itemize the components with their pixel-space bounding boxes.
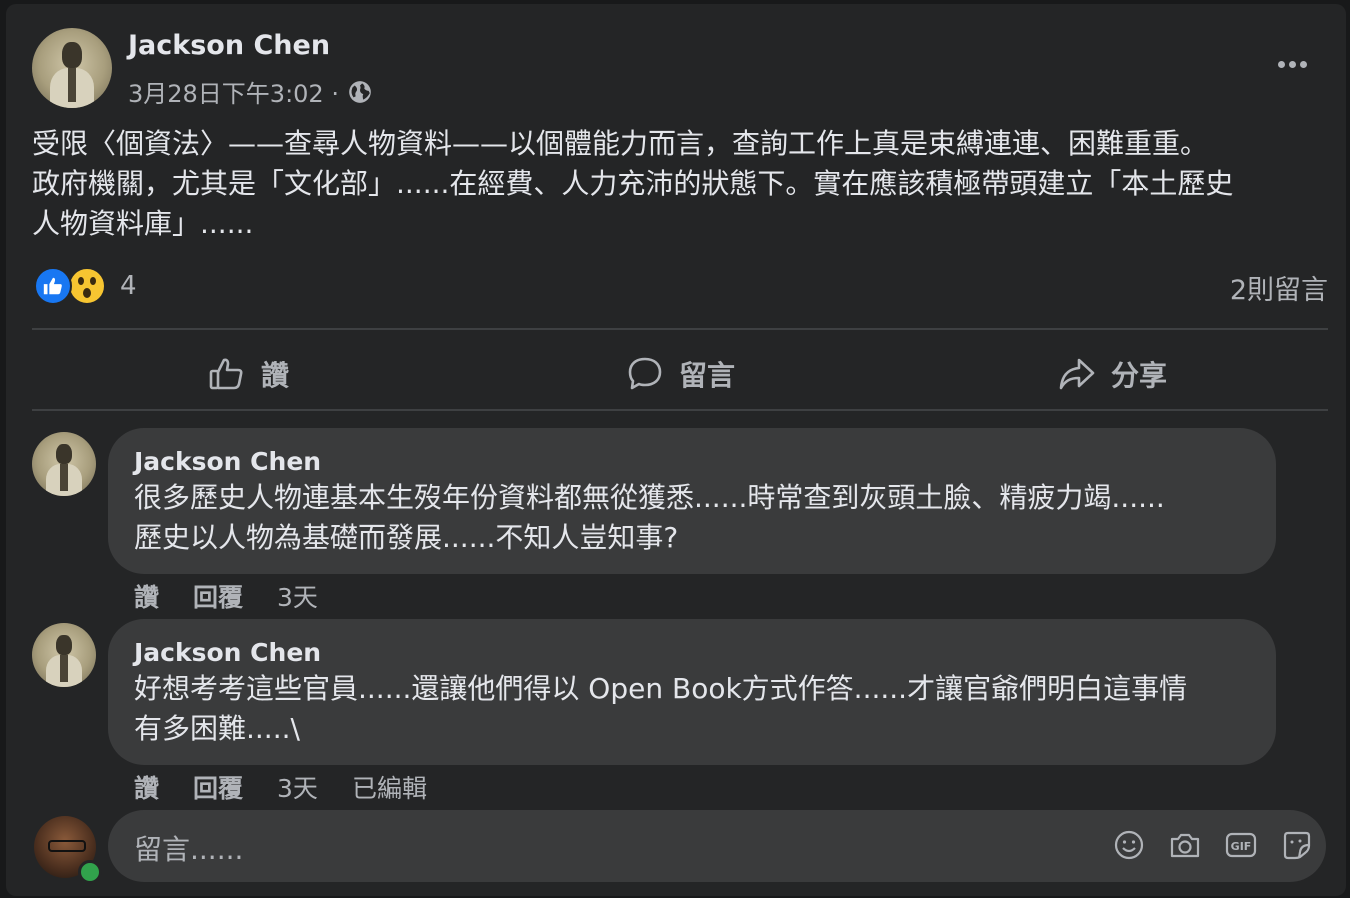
like-label: 讚	[260, 359, 289, 392]
post-card: Jackson Chen 3月28日下午3:02 · 受限〈個資法〉——查尋人物…	[6, 4, 1346, 896]
comment-text: 很多歷史人物連基本生歿年份資料都無從獲悉......時常查到灰頭土臉、精疲力竭.…	[134, 481, 1165, 554]
comment-time[interactable]: 3天	[277, 769, 318, 805]
action-bar: 讚 留言 分享	[32, 334, 1328, 414]
gif-icon[interactable]: GIF	[1224, 828, 1258, 862]
reactions-summary[interactable]: 4	[34, 266, 137, 306]
comment-icon	[628, 357, 662, 390]
comment-input[interactable]: 留言......	[134, 828, 243, 868]
commenter-avatar[interactable]	[32, 623, 96, 687]
comment-bubble: Jackson Chen 好想考考這些官員......還讓他們得以 Open B…	[108, 619, 1276, 765]
comment-author[interactable]: Jackson Chen	[134, 637, 1250, 669]
comment-time[interactable]: 3天	[277, 578, 318, 614]
comment-reply-button[interactable]: 回覆	[193, 578, 243, 614]
post-time[interactable]: 3月28日下午3:02 ·	[128, 74, 339, 109]
emoji-icon[interactable]	[1112, 828, 1146, 862]
comment-text: 好想考考這些官員......還讓他們得以 Open Book方式作答......…	[134, 672, 1188, 745]
divider	[32, 409, 1328, 411]
svg-text:GIF: GIF	[1231, 840, 1252, 853]
composer-toolbar: GIF	[1112, 828, 1314, 862]
comment-count-link[interactable]: 2則留言	[1230, 268, 1328, 307]
comment-button[interactable]: 留言	[464, 334, 896, 414]
comment-label: 留言	[678, 359, 735, 392]
commenter-avatar[interactable]	[32, 432, 96, 496]
online-status-badge	[78, 860, 102, 884]
comment-meta: 讚 回覆 3天 已編輯	[134, 769, 427, 805]
like-reaction-icon	[34, 267, 72, 305]
comment-bubble: Jackson Chen 很多歷史人物連基本生歿年份資料都無從獲悉......時…	[108, 428, 1276, 574]
reaction-count: 4	[120, 271, 137, 301]
post-text: 受限〈個資法〉——查尋人物資料——以個體能力而言，查詢工作上真是束縛連連、困難重…	[32, 127, 1234, 240]
comment-like-button[interactable]: 讚	[134, 578, 159, 614]
comment-author[interactable]: Jackson Chen	[134, 446, 1250, 478]
globe-icon	[349, 80, 371, 103]
more-options-button[interactable]	[1268, 44, 1316, 84]
divider	[32, 328, 1328, 330]
edited-label[interactable]: 已編輯	[352, 769, 427, 805]
comment-like-button[interactable]: 讚	[134, 769, 159, 805]
share-icon	[1059, 358, 1095, 390]
wow-reaction-icon	[68, 267, 106, 305]
comment-reply-button[interactable]: 回覆	[193, 769, 243, 805]
camera-icon[interactable]	[1168, 828, 1202, 862]
comment-meta: 讚 回覆 3天	[134, 578, 318, 614]
post-author[interactable]: Jackson Chen	[128, 30, 330, 61]
sticker-icon[interactable]	[1280, 828, 1314, 862]
share-label: 分享	[1110, 359, 1167, 392]
post-timestamp: 3月28日下午3:02 ·	[128, 74, 373, 109]
comment-composer[interactable]: 留言...... GIF	[108, 810, 1326, 882]
like-button[interactable]: 讚	[32, 334, 464, 414]
share-button[interactable]: 分享	[896, 334, 1328, 414]
thumbs-up-icon	[209, 358, 243, 390]
author-avatar[interactable]	[32, 28, 112, 108]
